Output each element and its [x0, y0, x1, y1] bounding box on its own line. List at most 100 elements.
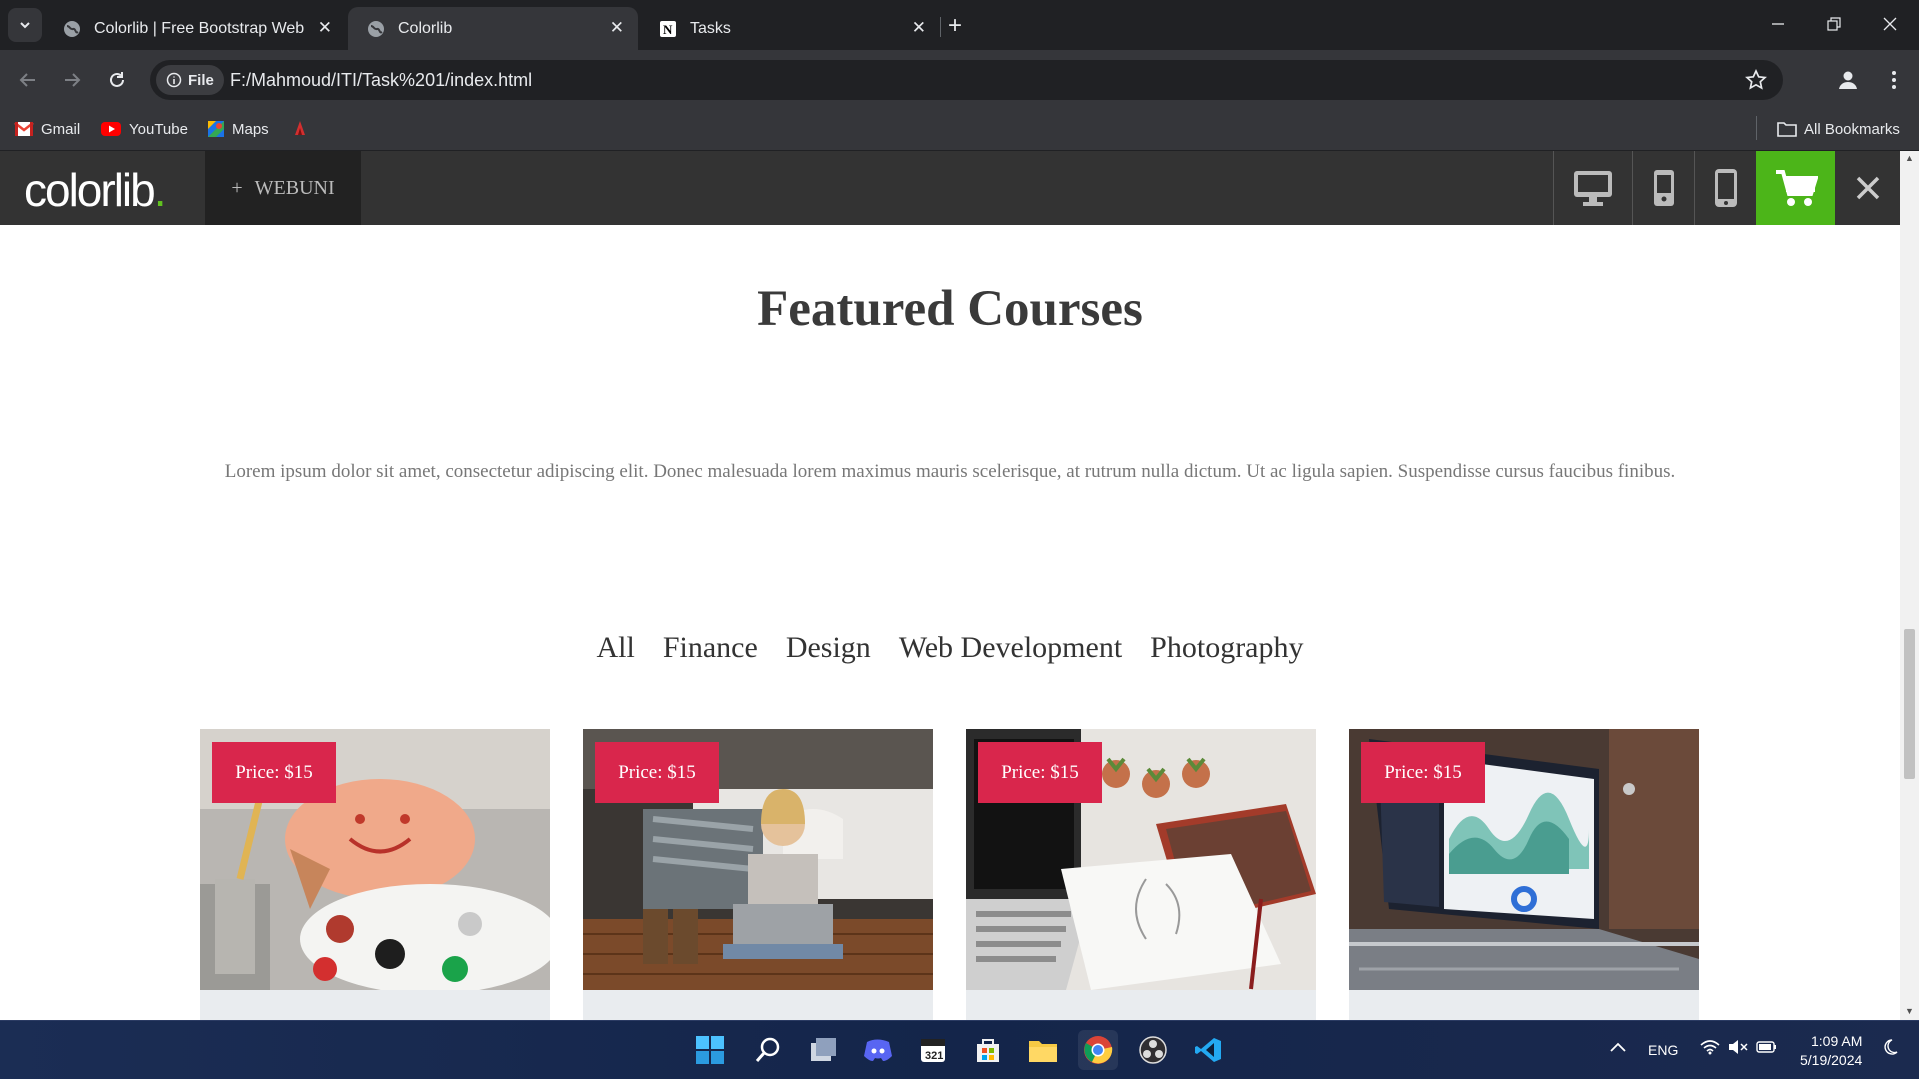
task-view-icon[interactable] [803, 1030, 843, 1070]
url-text[interactable]: F:/Mahmoud/ITI/Task%201/index.html [230, 70, 532, 91]
tab-strip: Colorlib | Free Bootstrap Websit ✕ Color… [0, 0, 1919, 50]
course-filters: All Finance Design Web Development Photograp… [0, 631, 1900, 665]
red-flame-icon [295, 121, 305, 135]
browser-toolbar: File F:/Mahmoud/ITI/Task%201/index.html [0, 50, 1919, 108]
scroll-up-icon[interactable]: ▲ [1905, 153, 1914, 163]
notifications-moon-icon[interactable] [1882, 1039, 1898, 1058]
scroll-down-icon[interactable]: ▼ [1905, 1006, 1914, 1016]
tab-close-icon[interactable]: ✕ [610, 18, 624, 38]
minimize-icon[interactable] [1758, 9, 1798, 39]
page-scrollbar[interactable]: ▲ ▼ [1900, 151, 1919, 1020]
phone-icon [1714, 169, 1737, 207]
tab-title: Tasks [690, 19, 731, 37]
all-bookmarks-label: All Bookmarks [1804, 120, 1900, 138]
svg-text:N: N [663, 22, 673, 37]
theme-label: WEBUNI [254, 176, 335, 199]
bookmark-separator [1756, 116, 1757, 140]
wifi-icon[interactable] [1700, 1039, 1720, 1058]
bookmark-star-icon[interactable] [1745, 68, 1767, 96]
bookmark-youtube[interactable]: YouTube [100, 116, 188, 142]
svg-text:321: 321 [925, 1050, 943, 1062]
site-header: colorlib. + WEBUNI [0, 151, 1900, 225]
tab-title: Colorlib | Free Bootstrap Websit [94, 19, 304, 37]
volume-muted-icon[interactable] [1728, 1039, 1748, 1058]
bookmarks-bar: Gmail YouTube Maps All Bookmarks [0, 108, 1919, 151]
bookmark-label: Maps [232, 120, 269, 138]
filter-photography[interactable]: Photography [1150, 631, 1303, 664]
bookmark-label: Gmail [41, 120, 81, 138]
close-preview-button[interactable] [1835, 151, 1900, 225]
profile-icon[interactable] [1834, 66, 1862, 94]
filter-web-development[interactable]: Web Development [899, 631, 1122, 664]
tab-title: Colorlib [398, 19, 453, 37]
close-icon [1856, 176, 1879, 200]
tab-close-icon[interactable]: ✕ [318, 18, 332, 38]
price-badge: Price: $15 [1361, 742, 1485, 803]
filter-finance[interactable]: Finance [663, 631, 758, 664]
course-card[interactable]: Price: $15 [583, 729, 933, 1020]
address-bar[interactable]: File F:/Mahmoud/ITI/Task%201/index.html [150, 60, 1783, 100]
new-tab-plus-icon[interactable]: + [948, 12, 962, 40]
section-heading: Featured Courses [757, 281, 1143, 337]
logo-text: colorlib [24, 164, 156, 216]
restore-icon[interactable] [1814, 9, 1854, 39]
course-card[interactable]: Price: $15 [966, 729, 1316, 1020]
battery-icon[interactable] [1756, 1039, 1778, 1058]
course-card[interactable]: Price: $15 [1349, 729, 1699, 1020]
back-arrow-icon[interactable] [14, 66, 42, 94]
shopping-cart-icon [1775, 170, 1818, 206]
globe-icon [62, 19, 82, 39]
price-badge: Price: $15 [978, 742, 1102, 803]
logo-dot: . [153, 164, 167, 216]
file-chip-label: File [188, 71, 214, 89]
forward-arrow-icon[interactable] [58, 66, 86, 94]
tab-search-button[interactable] [8, 8, 42, 42]
tab-colorlib[interactable]: Colorlib ✕ [348, 7, 638, 50]
theme-selector[interactable]: + WEBUNI [205, 151, 361, 225]
bookmark-maps[interactable]: Maps [207, 116, 269, 142]
discord-icon[interactable] [858, 1030, 898, 1070]
tray-overflow-chevron-icon[interactable] [1610, 1039, 1626, 1055]
gmail-icon [14, 122, 34, 136]
file-explorer-icon[interactable] [1023, 1030, 1063, 1070]
desktop-view-button[interactable] [1553, 151, 1632, 225]
site-logo[interactable]: colorlib. [24, 163, 167, 217]
buy-cart-button[interactable] [1756, 151, 1835, 225]
vscode-icon[interactable] [1188, 1030, 1228, 1070]
obs-icon[interactable] [1133, 1030, 1173, 1070]
section-intro: Lorem ipsum dolor sit amet, consectetur … [224, 461, 1676, 482]
clock-date[interactable]: 5/19/2024 [1800, 1052, 1862, 1068]
chevron-down-icon [20, 22, 30, 29]
taskbar: 321 ENG 1:09 AM 5/19/2024 [0, 1020, 1919, 1079]
filter-all[interactable]: All [597, 631, 635, 664]
mobile-view-button[interactable] [1694, 151, 1756, 225]
search-icon[interactable] [748, 1030, 788, 1070]
reload-icon[interactable] [103, 66, 131, 94]
start-icon[interactable] [690, 1030, 730, 1070]
bookmark-unnamed[interactable] [292, 116, 308, 142]
all-bookmarks[interactable]: All Bookmarks [1777, 116, 1900, 142]
tab-tasks[interactable]: N Tasks ✕ [640, 7, 940, 50]
bookmark-gmail[interactable]: Gmail [14, 116, 80, 142]
site-info-chip[interactable]: File [156, 65, 224, 95]
tab-close-icon[interactable]: ✕ [912, 18, 926, 38]
globe-icon [366, 19, 386, 39]
language-indicator[interactable]: ENG [1648, 1042, 1678, 1058]
tablet-view-button[interactable] [1632, 151, 1694, 225]
tab-colorlib-free[interactable]: Colorlib | Free Bootstrap Websit ✕ [44, 7, 346, 50]
store-icon[interactable] [968, 1030, 1008, 1070]
course-card[interactable]: Price: $15 [200, 729, 550, 1020]
menu-dots-icon[interactable] [1880, 66, 1908, 94]
chrome-icon[interactable] [1078, 1030, 1118, 1070]
notion-icon: N [658, 19, 678, 39]
clock-time[interactable]: 1:09 AM [1811, 1033, 1862, 1049]
price-badge: Price: $15 [595, 742, 719, 803]
page-viewport: colorlib. + WEBUNI Featured Courses Lorem… [0, 151, 1919, 1020]
scrollbar-thumb[interactable] [1904, 629, 1915, 779]
close-window-icon[interactable] [1870, 9, 1910, 39]
folder-icon [1777, 122, 1797, 137]
calendar-app-icon[interactable]: 321 [913, 1030, 953, 1070]
filter-design[interactable]: Design [786, 631, 871, 664]
desktop-monitor-icon [1574, 171, 1612, 206]
tab-separator [940, 17, 941, 37]
